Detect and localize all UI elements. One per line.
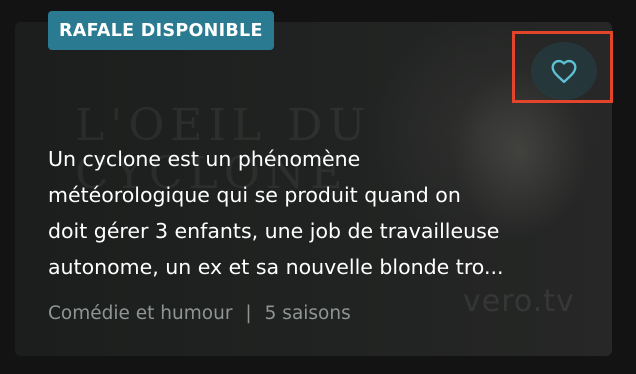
availability-badge: RAFALE DISPONIBLE bbox=[48, 11, 274, 50]
vero-watermark: vero.tv bbox=[463, 284, 575, 319]
page: L'OEIL DU CYCLONE vero.tv RAFALE DISPONI… bbox=[0, 0, 636, 374]
seasons-count: 5 saisons bbox=[264, 303, 351, 324]
description-line-4: autonome, un ex et sa nouvelle blonde tr… bbox=[48, 255, 504, 279]
show-metadata: Comédie et humour | 5 saisons bbox=[48, 303, 351, 324]
favorite-highlight-box bbox=[512, 31, 613, 103]
meta-separator: | bbox=[245, 303, 252, 324]
description-line-2: météorologique qui se produit quand on bbox=[48, 183, 461, 207]
genre-label: Comédie et humour bbox=[48, 303, 233, 324]
description-line-3: doit gérer 3 enfants, une job de travail… bbox=[48, 219, 500, 243]
description-line-1: Un cyclone est un phénomène bbox=[48, 147, 361, 171]
show-description: Un cyclone est un phénomène météorologiq… bbox=[48, 141, 588, 285]
